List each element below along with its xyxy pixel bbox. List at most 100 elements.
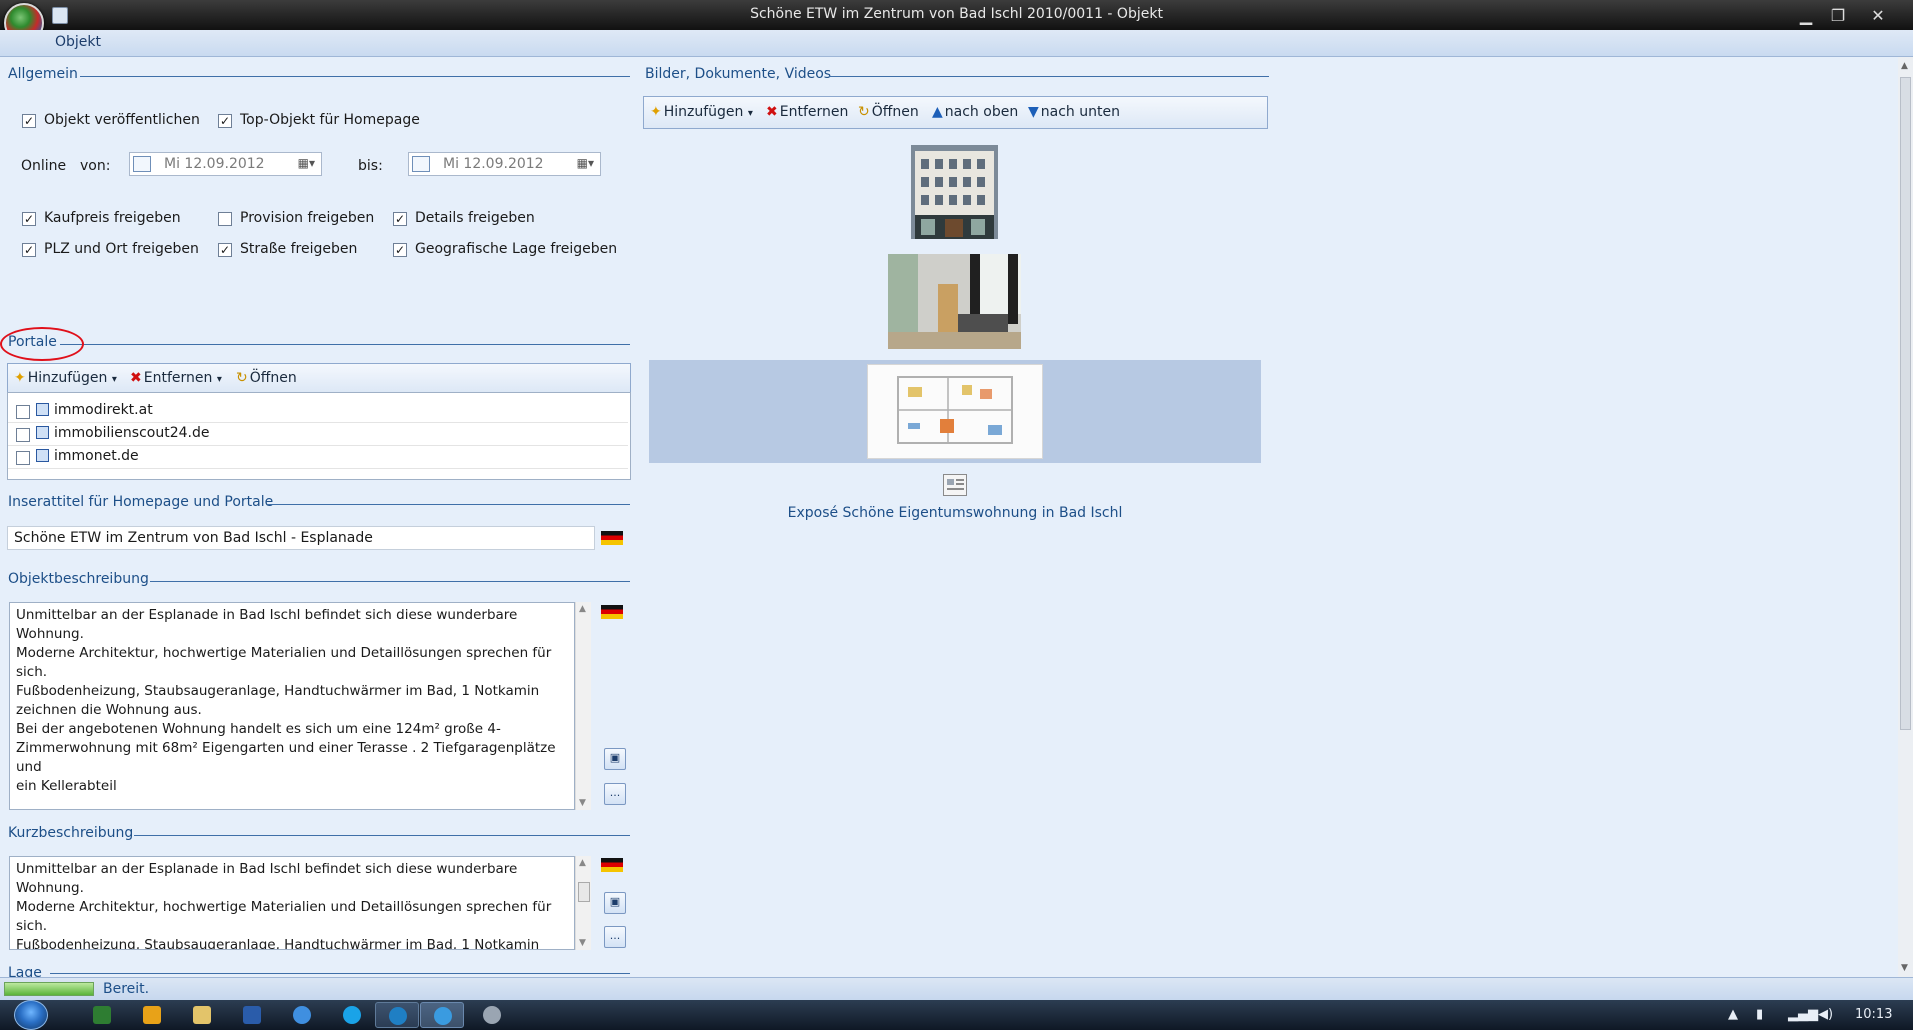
taskbar-app-current[interactable] (375, 1002, 419, 1028)
label-provision: Provision freigeben (240, 210, 375, 226)
label-strasse: Straße freigeben (240, 241, 358, 257)
label-geografische-lage: Geografische Lage freigeben (415, 241, 618, 257)
taskbar-app-excel[interactable] (80, 1002, 124, 1028)
media-open-button[interactable]: ↻ Öffnen (858, 104, 919, 120)
building-photo-icon (911, 145, 998, 239)
status-text: Bereit. (103, 981, 150, 997)
media-remove-button[interactable]: ✖ Entfernen (766, 104, 848, 120)
date-picker-bis[interactable]: Mi 12.09.2012 ▦▾ (408, 152, 601, 176)
scroll-down-icon[interactable]: ▼ (579, 938, 586, 948)
more-button[interactable]: ... (604, 783, 626, 805)
objektbeschreibung-scrollbar[interactable]: ▲ ▼ (575, 602, 591, 810)
scroll-down-icon[interactable]: ▼ (579, 798, 586, 808)
objektbeschreibung-textarea[interactable]: Unmittelbar an der Esplanade in Bad Isch… (9, 602, 575, 810)
outlook-icon (143, 1006, 161, 1024)
list-item[interactable]: immobilienscout24.de (8, 423, 628, 446)
main-scrollbar[interactable]: ▲ ▼ (1898, 57, 1913, 977)
title-bar: Schöne ETW im Zentrum von Bad Ischl 2010… (0, 0, 1913, 30)
portal-icon (36, 403, 49, 416)
delete-icon: ✖ (766, 104, 778, 120)
portal-checkbox[interactable] (16, 405, 30, 419)
minimize-button[interactable]: ▁ (1791, 6, 1821, 26)
taskbar-app-word[interactable] (230, 1002, 274, 1028)
portal-checkbox[interactable] (16, 451, 30, 465)
save-icon[interactable]: ▣ (604, 748, 626, 770)
scroll-down-icon[interactable]: ▼ (1901, 963, 1908, 973)
list-item[interactable]: immodirekt.at (8, 400, 628, 423)
label-details: Details freigeben (415, 210, 535, 226)
date-von-value: Mi 12.09.2012 (164, 156, 265, 172)
move-up-button[interactable]: ▲ nach oben (932, 104, 1018, 120)
portal-label: immobilienscout24.de (54, 425, 210, 441)
add-icon: ✦ (14, 370, 26, 386)
portal-checkbox[interactable] (16, 428, 30, 442)
taskbar-app-outlook[interactable] (130, 1002, 174, 1028)
close-button[interactable]: ✕ (1858, 6, 1898, 26)
portal-label: immodirekt.at (54, 402, 153, 418)
scroll-up-icon[interactable]: ▲ (579, 604, 586, 614)
calendar-dropdown-icon[interactable]: ▦▾ (298, 156, 315, 170)
document-label[interactable]: Exposé Schöne Eigentumswohnung in Bad Is… (649, 505, 1261, 521)
section-header-lage: Lage (8, 965, 42, 977)
delete-icon: ✖ (130, 370, 142, 386)
calendar-dropdown-icon[interactable]: ▦▾ (577, 156, 594, 170)
section-divider (80, 76, 630, 77)
image-thumbnail-floorplan[interactable] (867, 364, 1043, 459)
tray-volume-icon[interactable]: ◀) (1818, 1007, 1833, 1022)
checkbox-objekt-veroeffentlichen[interactable]: ✓ (22, 114, 36, 128)
german-flag-icon[interactable] (601, 858, 623, 872)
media-toolbar: ✦ Hinzufügen ▾ ✖ Entfernen ↻ Öffnen ▲ nach o… (643, 96, 1268, 129)
kurzbeschreibung-scrollbar[interactable]: ▲ ▼ (575, 856, 591, 950)
taskbar-app-ie[interactable] (280, 1002, 324, 1028)
checkbox-strasse[interactable]: ✓ (218, 243, 232, 257)
scroll-thumb[interactable] (1900, 77, 1911, 730)
tab-objekt[interactable]: Objekt (55, 34, 101, 50)
document-icon[interactable] (943, 474, 967, 496)
taskbar-app-skype[interactable] (330, 1002, 374, 1028)
checkbox-kaufpreis[interactable]: ✓ (22, 212, 36, 226)
scroll-up-icon[interactable]: ▲ (579, 858, 586, 868)
save-icon[interactable]: ▣ (604, 892, 626, 914)
tray-device-icon[interactable]: ▮ (1756, 1007, 1763, 1022)
label-online: Online (21, 158, 67, 174)
checkbox-details[interactable]: ✓ (393, 212, 407, 226)
german-flag-icon[interactable] (601, 531, 623, 545)
portale-add-button[interactable]: ✦ Hinzufügen ▾ (14, 370, 117, 386)
label-von: von: (80, 158, 111, 174)
status-bar: Bereit. (0, 977, 1913, 1001)
taskbar-clock[interactable]: 10:13 (1855, 1007, 1892, 1022)
quick-save-icon[interactable] (52, 7, 68, 24)
portale-toolbar: ✦ Hinzufügen ▾ ✖ Entfernen ▾ ↻ Öffnen (7, 363, 631, 393)
folder-icon (193, 1006, 211, 1024)
scroll-thumb[interactable] (578, 882, 590, 902)
checkbox-plz-ort[interactable]: ✓ (22, 243, 36, 257)
list-item[interactable]: immonet.de (8, 446, 628, 469)
more-button[interactable]: ... (604, 926, 626, 948)
start-button[interactable] (10, 1000, 52, 1030)
checkbox-provision[interactable] (218, 212, 232, 226)
taskbar-app-tools[interactable] (470, 1002, 514, 1028)
label-kaufpreis: Kaufpreis freigeben (44, 210, 181, 226)
floorplan-icon (897, 376, 1013, 444)
checkbox-top-objekt[interactable]: ✓ (218, 114, 232, 128)
app-icon (389, 1007, 407, 1025)
image-thumbnail-building[interactable] (911, 145, 998, 239)
scroll-up-icon[interactable]: ▲ (1901, 61, 1908, 71)
maximize-button[interactable]: ❐ (1823, 6, 1853, 26)
taskbar-app-explorer[interactable] (180, 1002, 224, 1028)
date-picker-von[interactable]: Mi 12.09.2012 ▦▾ (129, 152, 322, 176)
app-icon (434, 1007, 452, 1025)
tray-expand-icon[interactable]: ▲ (1728, 1007, 1738, 1022)
taskbar: ▲ ▮ ▂▄▆ ◀) 10:13 (0, 1000, 1913, 1030)
inserattitel-input[interactable]: Schöne ETW im Zentrum von Bad Ischl - Es… (7, 526, 595, 550)
kurzbeschreibung-textarea[interactable]: Unmittelbar an der Esplanade in Bad Isch… (9, 856, 575, 950)
checkbox-geografische-lage[interactable]: ✓ (393, 243, 407, 257)
taskbar-app-active[interactable] (420, 1002, 464, 1028)
image-thumbnail-interior[interactable] (888, 254, 1021, 349)
tray-network-icon[interactable]: ▂▄▆ (1788, 1007, 1818, 1022)
portale-open-button[interactable]: ↻ Öffnen (236, 370, 297, 386)
media-add-button[interactable]: ✦ Hinzufügen ▾ (650, 104, 753, 120)
german-flag-icon[interactable] (601, 605, 623, 619)
portale-remove-button[interactable]: ✖ Entfernen ▾ (130, 370, 222, 386)
move-down-button[interactable]: ▼ nach unten (1028, 104, 1120, 120)
